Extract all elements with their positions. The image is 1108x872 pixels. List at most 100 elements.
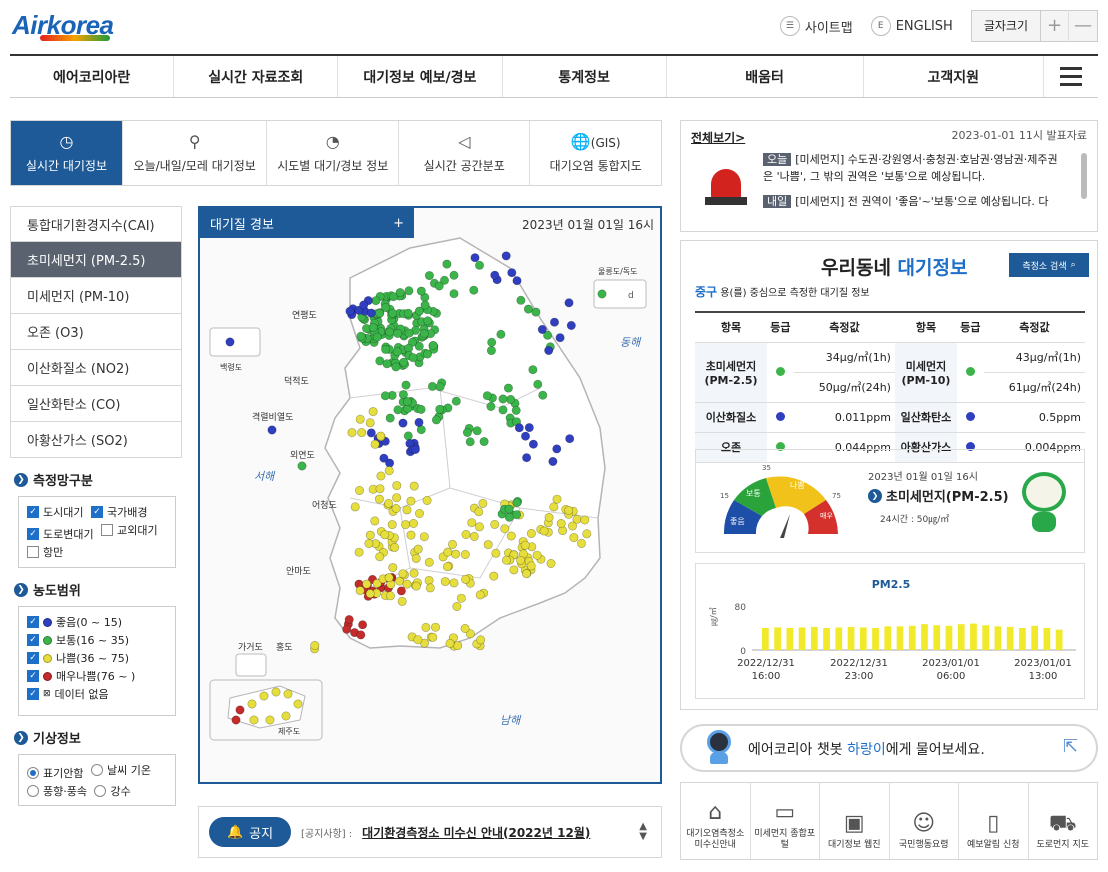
station-dot[interactable] — [413, 544, 423, 554]
station-dot[interactable] — [398, 569, 408, 579]
station-dot[interactable] — [355, 414, 365, 424]
checkbox-urban[interactable]: ✓ 도시대기 — [27, 503, 83, 521]
station-dot[interactable] — [442, 259, 452, 269]
station-dot[interactable] — [506, 395, 516, 405]
station-dot[interactable] — [388, 563, 398, 573]
station-dot[interactable] — [420, 300, 430, 310]
station-dot[interactable] — [487, 337, 497, 347]
station-dot[interactable] — [409, 568, 419, 578]
station-dot[interactable] — [414, 417, 424, 427]
checkbox-port[interactable]: 항만 — [27, 543, 63, 561]
station-dot[interactable] — [384, 466, 394, 476]
station-dot[interactable] — [538, 390, 548, 400]
station-dot[interactable] — [359, 300, 369, 310]
notice-scroll-arrows-icon[interactable]: ▲ ▼ — [639, 822, 647, 842]
station-dot[interactable] — [434, 281, 444, 291]
station-dot[interactable] — [388, 308, 398, 318]
station-dot[interactable] — [514, 423, 524, 433]
station-dot[interactable] — [345, 306, 355, 316]
station-dot[interactable] — [431, 415, 441, 425]
station-dot[interactable] — [461, 574, 471, 584]
hamburger-menu-icon[interactable] — [1044, 56, 1098, 97]
station-dot[interactable] — [443, 547, 453, 557]
station-dot[interactable] — [271, 687, 281, 697]
station-dot[interactable] — [375, 484, 385, 494]
menu-pm25[interactable]: 초미세먼지 (PM-2.5) — [10, 242, 182, 278]
station-dot[interactable] — [453, 641, 463, 651]
quick-link-portal[interactable]: ▭ 미세먼지 종합포털 — [751, 783, 820, 859]
station-dot[interactable] — [490, 270, 500, 280]
station-dot[interactable] — [416, 286, 426, 296]
station-dot[interactable] — [392, 493, 402, 503]
station-dot[interactable] — [398, 418, 408, 428]
menu-cai[interactable]: 통합대기환경지수(CAI) — [10, 206, 182, 242]
station-dot[interactable] — [451, 396, 461, 406]
notice-link[interactable]: 대기환경측정소 미수신 안내(2022년 12월) — [362, 824, 590, 841]
station-dot[interactable] — [371, 296, 381, 306]
station-dot[interactable] — [501, 555, 511, 565]
station-dot[interactable] — [427, 381, 437, 391]
station-dot[interactable] — [410, 445, 420, 455]
station-dot[interactable] — [402, 505, 412, 515]
station-dot[interactable] — [402, 579, 412, 589]
nav-statistics[interactable]: 통계정보 — [503, 56, 667, 97]
station-dot[interactable] — [387, 520, 397, 530]
station-dot[interactable] — [449, 270, 459, 280]
station-dot[interactable] — [406, 530, 416, 540]
station-dot[interactable] — [564, 505, 574, 515]
station-dot[interactable] — [413, 635, 423, 645]
station-dot[interactable] — [370, 439, 380, 449]
station-dot[interactable] — [403, 308, 413, 318]
station-dot[interactable] — [385, 413, 395, 423]
station-dot[interactable] — [409, 481, 419, 491]
station-dot[interactable] — [423, 316, 433, 326]
station-dot[interactable] — [448, 539, 458, 549]
tab-realtime[interactable]: ◷ 실시간 대기정보 — [11, 121, 123, 185]
station-dot[interactable] — [483, 540, 493, 550]
nav-about[interactable]: 에어코리아란 — [10, 56, 175, 97]
station-dot[interactable] — [552, 494, 562, 504]
station-dot[interactable] — [422, 495, 432, 505]
station-dot[interactable] — [449, 578, 459, 588]
station-dot[interactable] — [406, 496, 416, 506]
station-dot[interactable] — [489, 571, 499, 581]
station-dot[interactable] — [537, 325, 547, 335]
station-dot[interactable] — [472, 426, 482, 436]
station-dot[interactable] — [565, 434, 575, 444]
nav-realtime[interactable]: 실시간 자료조회 — [174, 56, 339, 97]
station-dot[interactable] — [310, 640, 320, 650]
station-dot[interactable] — [555, 333, 565, 343]
nav-support[interactable]: 고객지원 — [864, 56, 1044, 97]
station-dot[interactable] — [421, 622, 431, 632]
station-dot[interactable] — [235, 705, 245, 715]
news-scrollbar[interactable] — [1081, 153, 1087, 199]
station-dot[interactable] — [580, 515, 590, 525]
station-dot[interactable] — [440, 577, 450, 587]
station-dot[interactable] — [474, 260, 484, 270]
station-dot[interactable] — [475, 590, 485, 600]
station-dot[interactable] — [567, 521, 577, 531]
station-dot[interactable] — [411, 553, 421, 563]
station-dot[interactable] — [375, 552, 385, 562]
station-dot[interactable] — [392, 481, 402, 491]
station-dot[interactable] — [428, 341, 438, 351]
station-dot[interactable] — [411, 581, 421, 591]
station-dot[interactable] — [491, 548, 501, 558]
station-dot[interactable] — [380, 391, 390, 401]
station-dot[interactable] — [501, 251, 511, 261]
station-dot[interactable] — [520, 431, 530, 441]
station-dot[interactable] — [362, 579, 372, 589]
station-dot[interactable] — [516, 295, 526, 305]
station-dot[interactable] — [374, 494, 384, 504]
station-dot[interactable] — [368, 323, 378, 333]
station-dot[interactable] — [380, 530, 390, 540]
station-dot[interactable] — [486, 346, 496, 356]
today-forecast[interactable]: 오늘 [미세먼지] 수도권·강원영서·충청권·호남권·영남권·제주권은 '나쁨',… — [763, 151, 1065, 185]
station-dot[interactable] — [366, 308, 376, 318]
station-dot[interactable] — [467, 518, 477, 528]
station-dot[interactable] — [469, 285, 479, 295]
station-dot[interactable] — [506, 531, 516, 541]
radio-wind[interactable]: 풍향·풍속 — [27, 782, 87, 800]
station-dot[interactable] — [408, 353, 418, 363]
station-dot[interactable] — [451, 549, 461, 559]
